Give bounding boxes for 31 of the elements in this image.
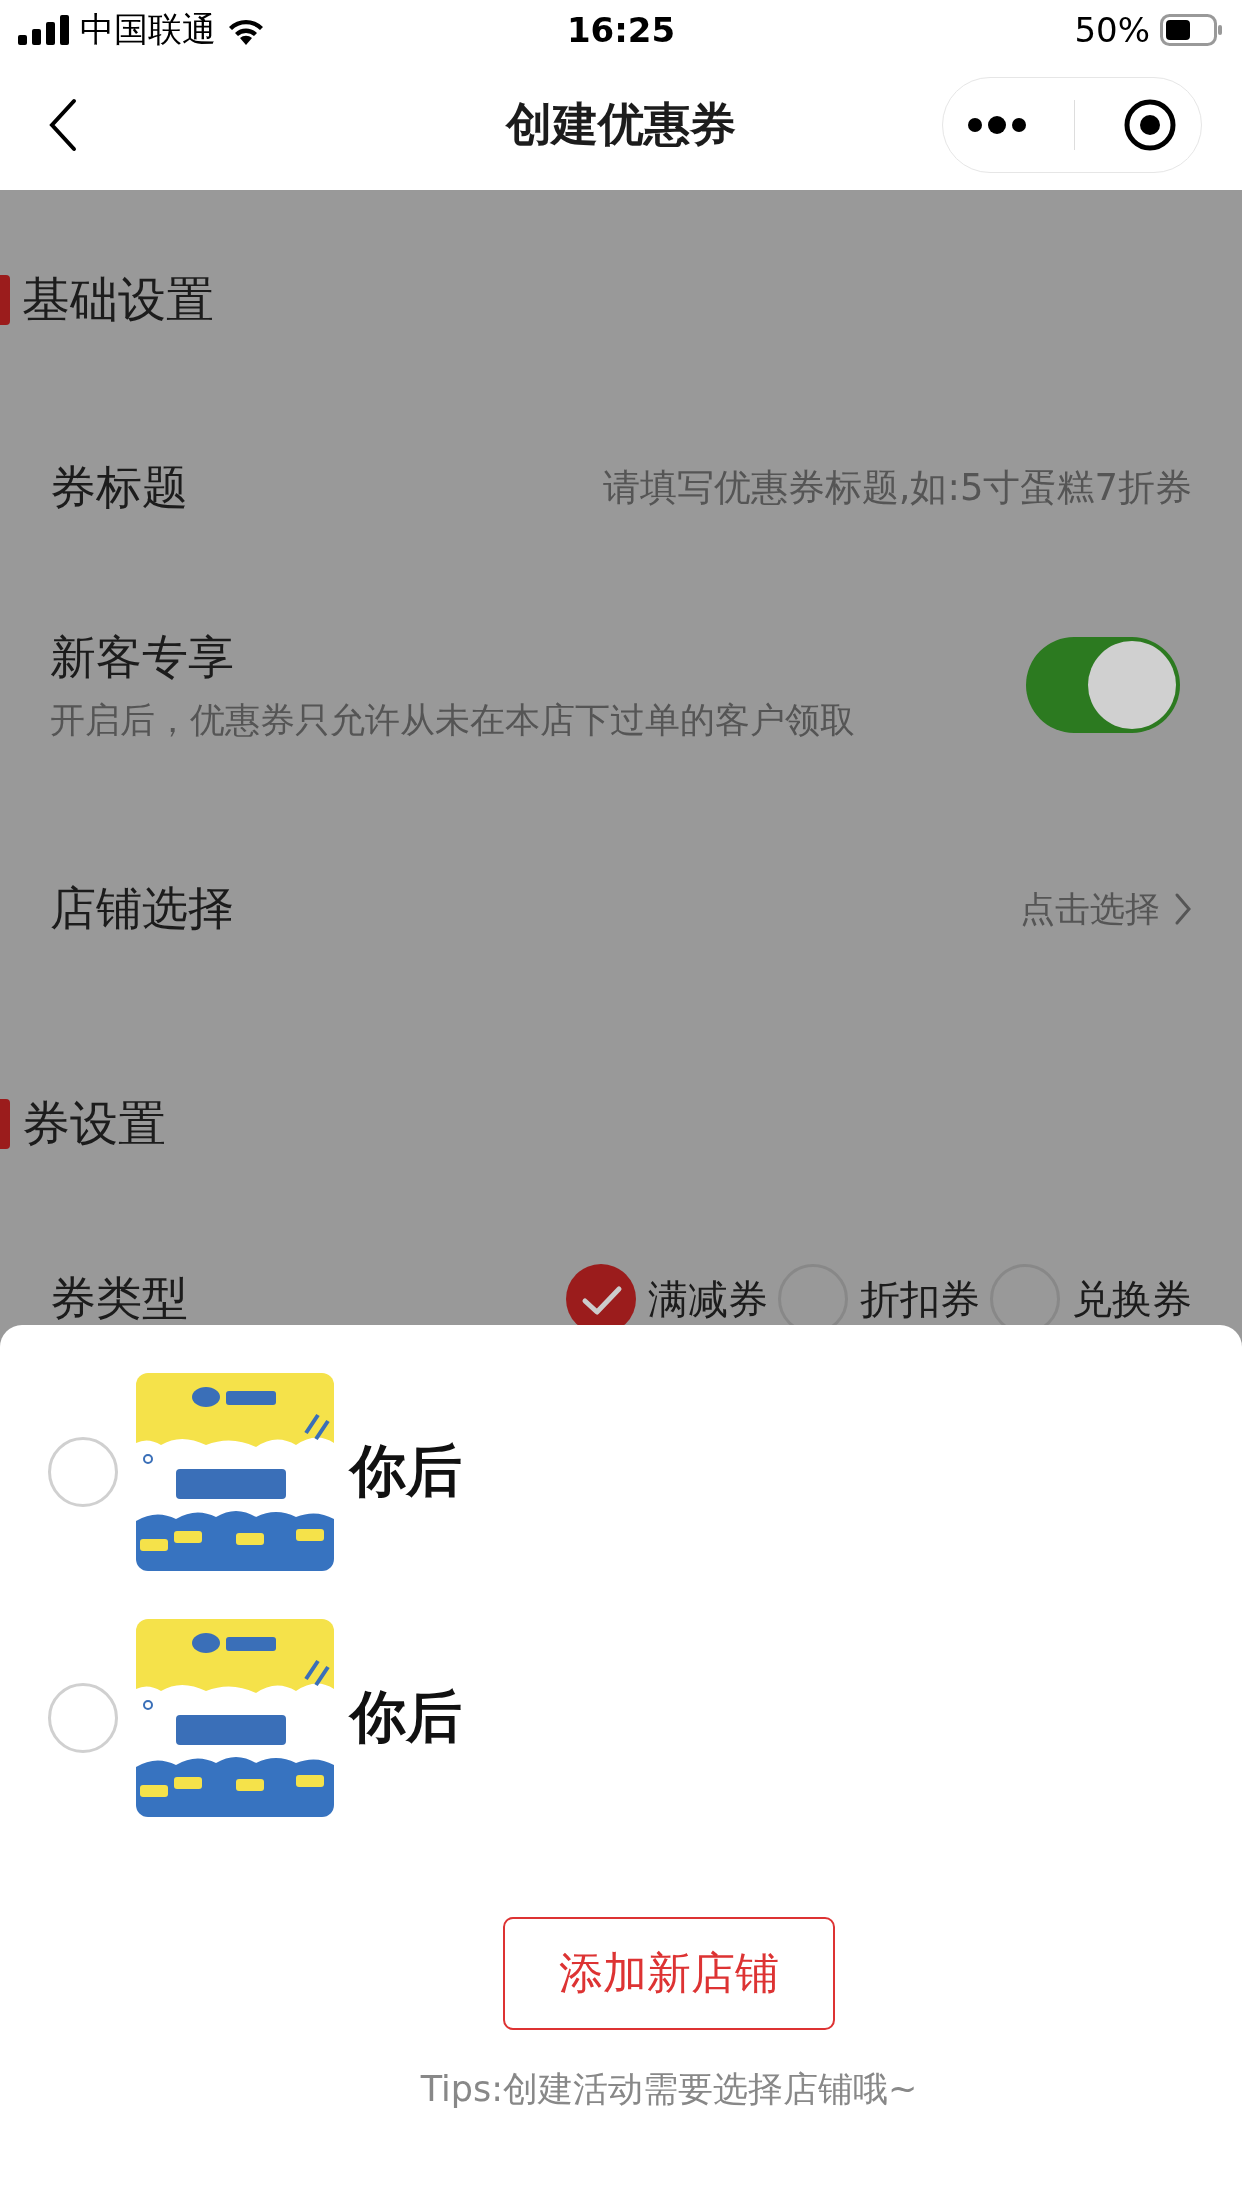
store-name: 你后 bbox=[350, 1683, 462, 1751]
option-label: 折扣券 bbox=[860, 1274, 980, 1324]
status-time: 16:25 bbox=[566, 10, 676, 50]
tips-text: Tips:创建活动需要选择店铺哦~ bbox=[420, 2068, 918, 2111]
battery-percent: 50% bbox=[1074, 10, 1150, 50]
radio-button[interactable] bbox=[48, 1683, 118, 1753]
section-marker bbox=[0, 275, 10, 325]
signal-icon bbox=[18, 15, 70, 45]
field-label: 店铺选择 bbox=[50, 880, 234, 937]
title-input-field[interactable]: 请填写优惠券标题,如:5寸蛋糕7折券 bbox=[602, 463, 1192, 513]
option-label: 满减券 bbox=[648, 1274, 768, 1324]
page-title: 创建优惠券 bbox=[506, 97, 736, 151]
field-label: 券类型 bbox=[50, 1270, 188, 1327]
chevron-right-icon bbox=[1174, 892, 1192, 926]
radio-button[interactable] bbox=[48, 1437, 118, 1507]
field-description: 开启后，优惠券只允许从未在本店下过单的客户领取 bbox=[50, 698, 855, 742]
close-target-icon[interactable] bbox=[1123, 98, 1178, 152]
more-icon[interactable] bbox=[966, 115, 1027, 135]
field-label: 新客专享 bbox=[50, 628, 234, 686]
section-title: 基础设置 bbox=[22, 270, 214, 329]
store-name: 你后 bbox=[350, 1437, 462, 1505]
back-icon[interactable] bbox=[48, 98, 78, 152]
option-label: 兑换券 bbox=[1072, 1274, 1192, 1324]
section-marker bbox=[0, 1099, 10, 1149]
carrier-name: 中国联通 bbox=[80, 8, 216, 51]
select-link[interactable]: 点击选择 bbox=[1020, 885, 1160, 933]
field-label: 券标题 bbox=[50, 459, 188, 516]
check-icon bbox=[582, 1286, 622, 1315]
section-title: 券设置 bbox=[22, 1094, 166, 1153]
add-store-button[interactable]: 添加新店铺 bbox=[503, 1917, 835, 2030]
battery-icon bbox=[1160, 14, 1224, 46]
